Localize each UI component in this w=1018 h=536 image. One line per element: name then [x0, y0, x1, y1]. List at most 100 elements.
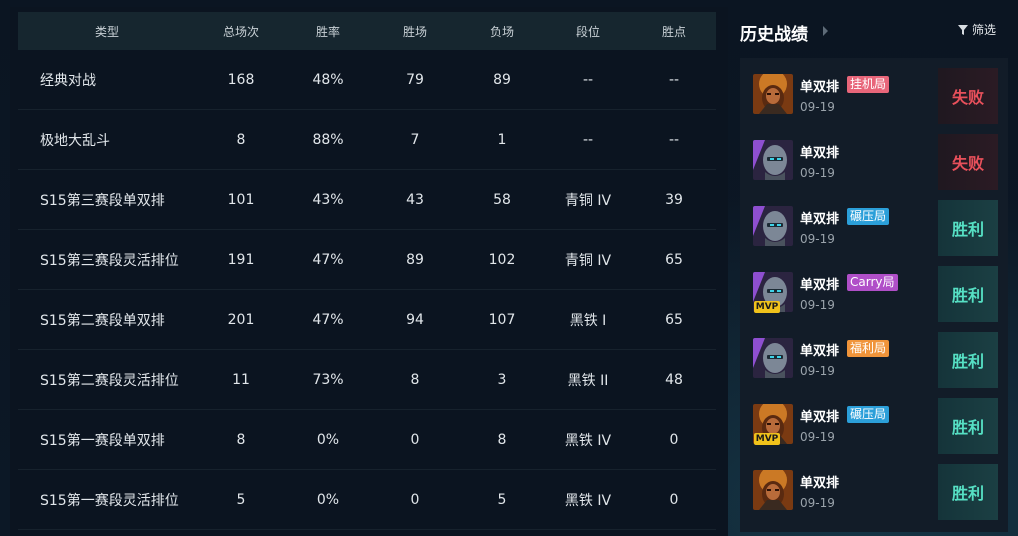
- cell-rank: --: [582, 71, 594, 88]
- header-total-games[interactable]: 总场次: [196, 23, 286, 40]
- cell-wins: 79: [406, 71, 424, 88]
- cell-losses: 58: [493, 191, 511, 208]
- cell-wins: 89: [406, 251, 424, 268]
- cell-lp: 0: [669, 491, 679, 508]
- cell-losses: 5: [497, 491, 507, 508]
- table-row[interactable]: S15第二赛段单双排 201 47% 94 107 黑铁 I 65: [18, 290, 716, 350]
- cell-win-rate: 88%: [312, 131, 344, 148]
- header-losses[interactable]: 负场: [460, 23, 544, 40]
- cell-total-games: 191: [227, 251, 255, 268]
- table-row[interactable]: S15第一赛段单双排 8 0% 0 8 黑铁 IV 0: [18, 410, 716, 470]
- champion-avatar: [753, 140, 793, 180]
- champion-avatar: [753, 470, 793, 510]
- match-item[interactable]: 单双排 碾压局 09-19 胜利: [740, 194, 1008, 256]
- filter-icon: [958, 24, 968, 35]
- cell-rank: 黑铁 I: [569, 312, 607, 329]
- match-queue: 单双排: [800, 410, 840, 425]
- match-result: 胜利: [938, 266, 998, 322]
- cell-rank: 黑铁 II: [567, 372, 609, 389]
- cell-wins: 0: [410, 431, 420, 448]
- cell-losses: 107: [488, 311, 516, 328]
- cell-total-games: 11: [232, 371, 250, 388]
- cell-losses: 3: [497, 371, 507, 388]
- match-result: 失败: [938, 68, 998, 124]
- cell-type: 经典对战: [40, 72, 96, 89]
- header-lp[interactable]: 胜点: [632, 23, 716, 40]
- match-tag: 碾压局: [847, 406, 890, 423]
- stats-panel: 类型 总场次 胜率 胜场 负场 段位 胜点 经典对战 168 48% 79 89 -- --…: [10, 7, 728, 536]
- champion-avatar: [753, 74, 793, 114]
- cell-wins: 8: [410, 371, 420, 388]
- match-date: 09-19: [800, 100, 835, 114]
- match-date: 09-19: [800, 298, 835, 312]
- cell-total-games: 168: [227, 71, 255, 88]
- header-win-rate[interactable]: 胜率: [286, 23, 370, 40]
- match-item[interactable]: MVP 单双排 碾压局 09-19 胜利: [740, 392, 1008, 454]
- table-row[interactable]: S15第三赛段单双排 101 43% 43 58 青铜 IV 39: [18, 170, 716, 230]
- mvp-badge: MVP: [754, 433, 780, 445]
- match-item[interactable]: 单双排 09-19 失败: [740, 128, 1008, 190]
- match-tag: 福利局: [847, 340, 890, 357]
- filter-button[interactable]: 筛选: [958, 21, 996, 38]
- match-queue: 单双排: [800, 80, 840, 95]
- cell-lp: 65: [665, 311, 683, 328]
- match-queue: 单双排: [800, 476, 840, 491]
- match-date: 09-19: [800, 496, 835, 510]
- match-history-list: 单双排 挂机局 09-19 失败 单双排 09-19 失败 单双排 碾压局 09-19 胜利 MVP 单…: [740, 58, 1008, 532]
- cell-type: 极地大乱斗: [40, 132, 110, 149]
- match-queue: 单双排: [800, 344, 840, 359]
- cell-losses: 8: [497, 431, 507, 448]
- chevron-right-icon[interactable]: [822, 25, 830, 37]
- cell-total-games: 5: [236, 491, 246, 508]
- cell-wins: 0: [410, 491, 420, 508]
- cell-win-rate: 0%: [316, 431, 340, 448]
- header-wins[interactable]: 胜场: [370, 23, 460, 40]
- match-item[interactable]: 单双排 挂机局 09-19 失败: [740, 62, 1008, 124]
- app-root: 类型 总场次 胜率 胜场 负场 段位 胜点 经典对战 168 48% 79 89 -- --…: [0, 0, 1018, 536]
- table-row[interactable]: 经典对战 168 48% 79 89 -- --: [18, 50, 716, 110]
- cell-type: S15第三赛段单双排: [40, 192, 165, 209]
- match-queue: 单双排: [800, 146, 840, 161]
- cell-type: S15第二赛段单双排: [40, 312, 165, 329]
- cell-win-rate: 43%: [312, 191, 344, 208]
- cell-win-rate: 47%: [312, 251, 344, 268]
- table-row[interactable]: S15第二赛段灵活排位 11 73% 8 3 黑铁 II 48: [18, 350, 716, 410]
- champion-avatar: [753, 206, 793, 246]
- match-result: 失败: [938, 134, 998, 190]
- champion-avatar: [753, 338, 793, 378]
- match-item[interactable]: MVP 单双排 Carry局 09-19 胜利: [740, 260, 1008, 322]
- match-tag: 碾压局: [847, 208, 890, 225]
- match-queue: 单双排: [800, 212, 840, 227]
- cell-rank: 黑铁 IV: [564, 432, 612, 449]
- stats-table-body: 经典对战 168 48% 79 89 -- -- 极地大乱斗 8 88% 7 1 -- -- S15第三赛段…: [18, 50, 716, 530]
- cell-win-rate: 48%: [312, 71, 344, 88]
- cell-lp: --: [668, 131, 680, 148]
- cell-lp: 39: [665, 191, 683, 208]
- history-title: 历史战绩: [740, 25, 808, 45]
- cell-rank: 青铜 IV: [564, 192, 612, 209]
- table-row[interactable]: 极地大乱斗 8 88% 7 1 -- --: [18, 110, 716, 170]
- match-result: 胜利: [938, 332, 998, 388]
- cell-lp: 65: [665, 251, 683, 268]
- cell-lp: 48: [665, 371, 683, 388]
- match-tag: 挂机局: [847, 76, 890, 93]
- cell-rank: 青铜 IV: [564, 252, 612, 269]
- header-rank[interactable]: 段位: [544, 23, 632, 40]
- filter-label: 筛选: [972, 23, 997, 37]
- cell-type: S15第一赛段单双排: [40, 432, 165, 449]
- match-item[interactable]: 单双排 福利局 09-19 胜利: [740, 326, 1008, 388]
- cell-type: S15第二赛段灵活排位: [40, 372, 179, 389]
- cell-total-games: 201: [227, 311, 255, 328]
- match-item[interactable]: 单双排 09-19 胜利: [740, 458, 1008, 520]
- match-date: 09-19: [800, 430, 835, 444]
- cell-wins: 7: [410, 131, 420, 148]
- cell-type: S15第三赛段灵活排位: [40, 252, 179, 269]
- table-row[interactable]: S15第三赛段灵活排位 191 47% 89 102 青铜 IV 65: [18, 230, 716, 290]
- match-tag: Carry局: [847, 274, 898, 291]
- cell-win-rate: 0%: [316, 491, 340, 508]
- header-type[interactable]: 类型: [18, 23, 196, 40]
- table-row[interactable]: S15第一赛段灵活排位 5 0% 0 5 黑铁 IV 0: [18, 470, 716, 530]
- cell-win-rate: 47%: [312, 311, 344, 328]
- match-result: 胜利: [938, 464, 998, 520]
- cell-lp: --: [668, 71, 680, 88]
